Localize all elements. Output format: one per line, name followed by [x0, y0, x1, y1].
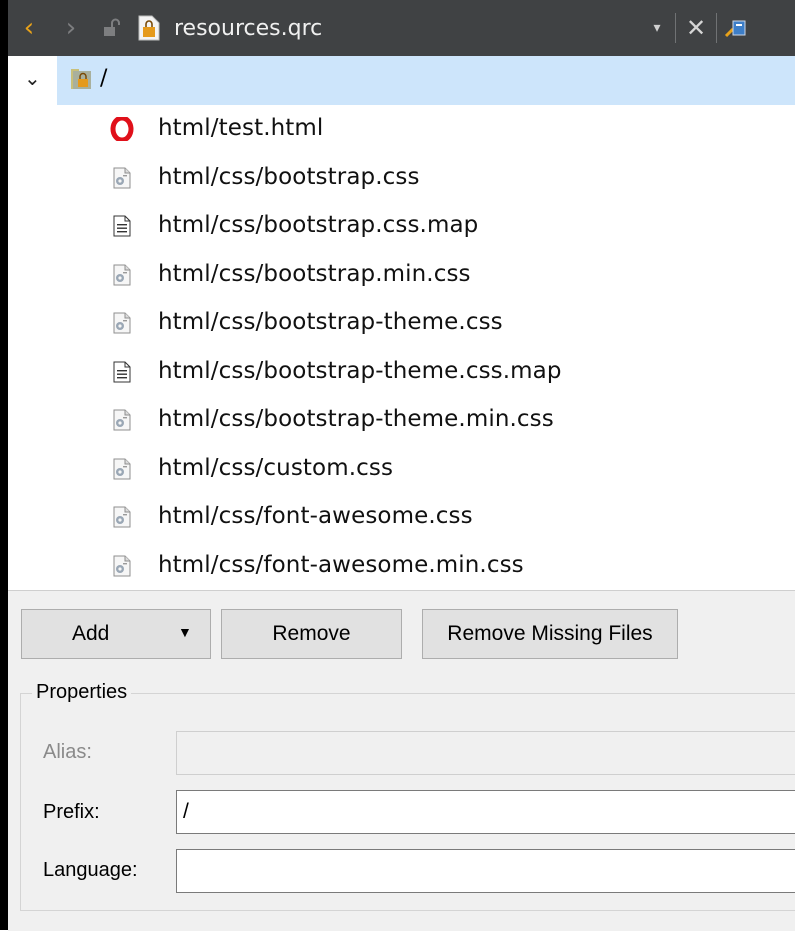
remove-button[interactable]: Remove — [221, 609, 402, 659]
tree-item-label: html/css/bootstrap-theme.css.map — [158, 357, 562, 384]
css-file-icon — [110, 311, 134, 335]
alias-label: Alias: — [43, 741, 92, 763]
tree-root-label: / — [100, 66, 108, 91]
tree-item[interactable]: html/test.html — [8, 105, 795, 153]
close-document-button[interactable]: ✕ — [676, 14, 716, 42]
css-file-icon — [110, 263, 134, 287]
text-file-icon — [110, 360, 134, 384]
chevron-right-icon: › — [65, 13, 77, 43]
tree-item-label: html/css/font-awesome.css — [158, 503, 473, 529]
tree-root-prefix[interactable]: ⌄ / — [8, 56, 795, 105]
unlocked-icon[interactable] — [92, 18, 132, 38]
resource-editor-panel: Add ▼ Remove Remove Missing Files Proper… — [8, 590, 795, 931]
tree-item[interactable]: html/css/bootstrap.css — [8, 154, 795, 202]
tree-item[interactable]: html/css/bootstrap-theme.css — [8, 299, 795, 347]
tree-item-label: html/css/custom.css — [158, 454, 394, 481]
tree-item[interactable]: html/css/font-awesome.css — [8, 493, 795, 541]
prefix-label: Prefix: — [43, 801, 100, 823]
dropdown-arrow-icon[interactable]: ▼ — [178, 624, 192, 640]
prefix-field[interactable]: / — [176, 790, 795, 834]
alias-field — [176, 731, 795, 775]
css-file-icon — [110, 408, 134, 432]
expand-chevron-icon[interactable]: ⌄ — [24, 66, 41, 90]
tree-item-label: html/css/bootstrap.css.map — [158, 212, 479, 238]
language-label: Language: — [43, 859, 138, 881]
back-button[interactable]: ‹ — [8, 0, 50, 56]
close-icon: ✕ — [685, 14, 707, 42]
selection-highlight — [57, 56, 795, 105]
css-file-icon — [110, 457, 134, 481]
locked-folder-icon — [71, 69, 91, 89]
language-field[interactable] — [176, 849, 795, 893]
css-file-icon — [110, 505, 134, 529]
document-dropdown-button[interactable]: ▾ — [639, 20, 675, 36]
forward-button[interactable]: › — [50, 0, 92, 56]
css-file-icon — [110, 166, 134, 190]
tree-item[interactable]: html/css/custom.css — [8, 445, 795, 493]
css-file-icon — [110, 554, 134, 578]
tree-item[interactable]: html/css/bootstrap-theme.min.css — [8, 396, 795, 444]
add-button-label: Add — [72, 622, 110, 645]
tree-item[interactable]: html/css/bootstrap.min.css — [8, 251, 795, 299]
split-view-button[interactable] — [717, 15, 795, 41]
tree-item[interactable]: html/css/bootstrap-theme.css.map — [8, 348, 795, 396]
opera-browser-icon — [110, 115, 134, 143]
tree-item[interactable]: html/css/font-awesome.min.css — [8, 542, 795, 590]
tree-item-label: html/css/bootstrap-theme.min.css — [158, 406, 554, 432]
add-button[interactable]: Add ▼ — [21, 609, 211, 659]
editor-toolbar: ‹ › resources.qrc ▾ ✕ — [8, 0, 795, 56]
chevron-down-icon: ▾ — [653, 20, 661, 36]
properties-legend: Properties — [32, 681, 132, 704]
tree-item[interactable]: html/css/bootstrap.css.map — [8, 202, 795, 250]
chevron-left-icon: ‹ — [23, 13, 35, 43]
tree-item-label: html/css/bootstrap.min.css — [158, 260, 471, 287]
qrc-file-icon — [132, 15, 166, 41]
resource-tree[interactable]: ⌄ / html/test.html html/css/bootstrap.css… — [8, 56, 795, 590]
tree-item-label: html/test.html — [158, 115, 324, 141]
split-icon — [724, 20, 746, 38]
tree-item-label: html/css/bootstrap.css — [158, 163, 420, 190]
text-file-icon — [110, 214, 134, 238]
document-title: resources.qrc — [174, 15, 323, 41]
remove-missing-files-button[interactable]: Remove Missing Files — [422, 609, 678, 659]
tree-item-label: html/css/font-awesome.min.css — [158, 551, 524, 578]
tree-item-label: html/css/bootstrap-theme.css — [158, 309, 503, 335]
